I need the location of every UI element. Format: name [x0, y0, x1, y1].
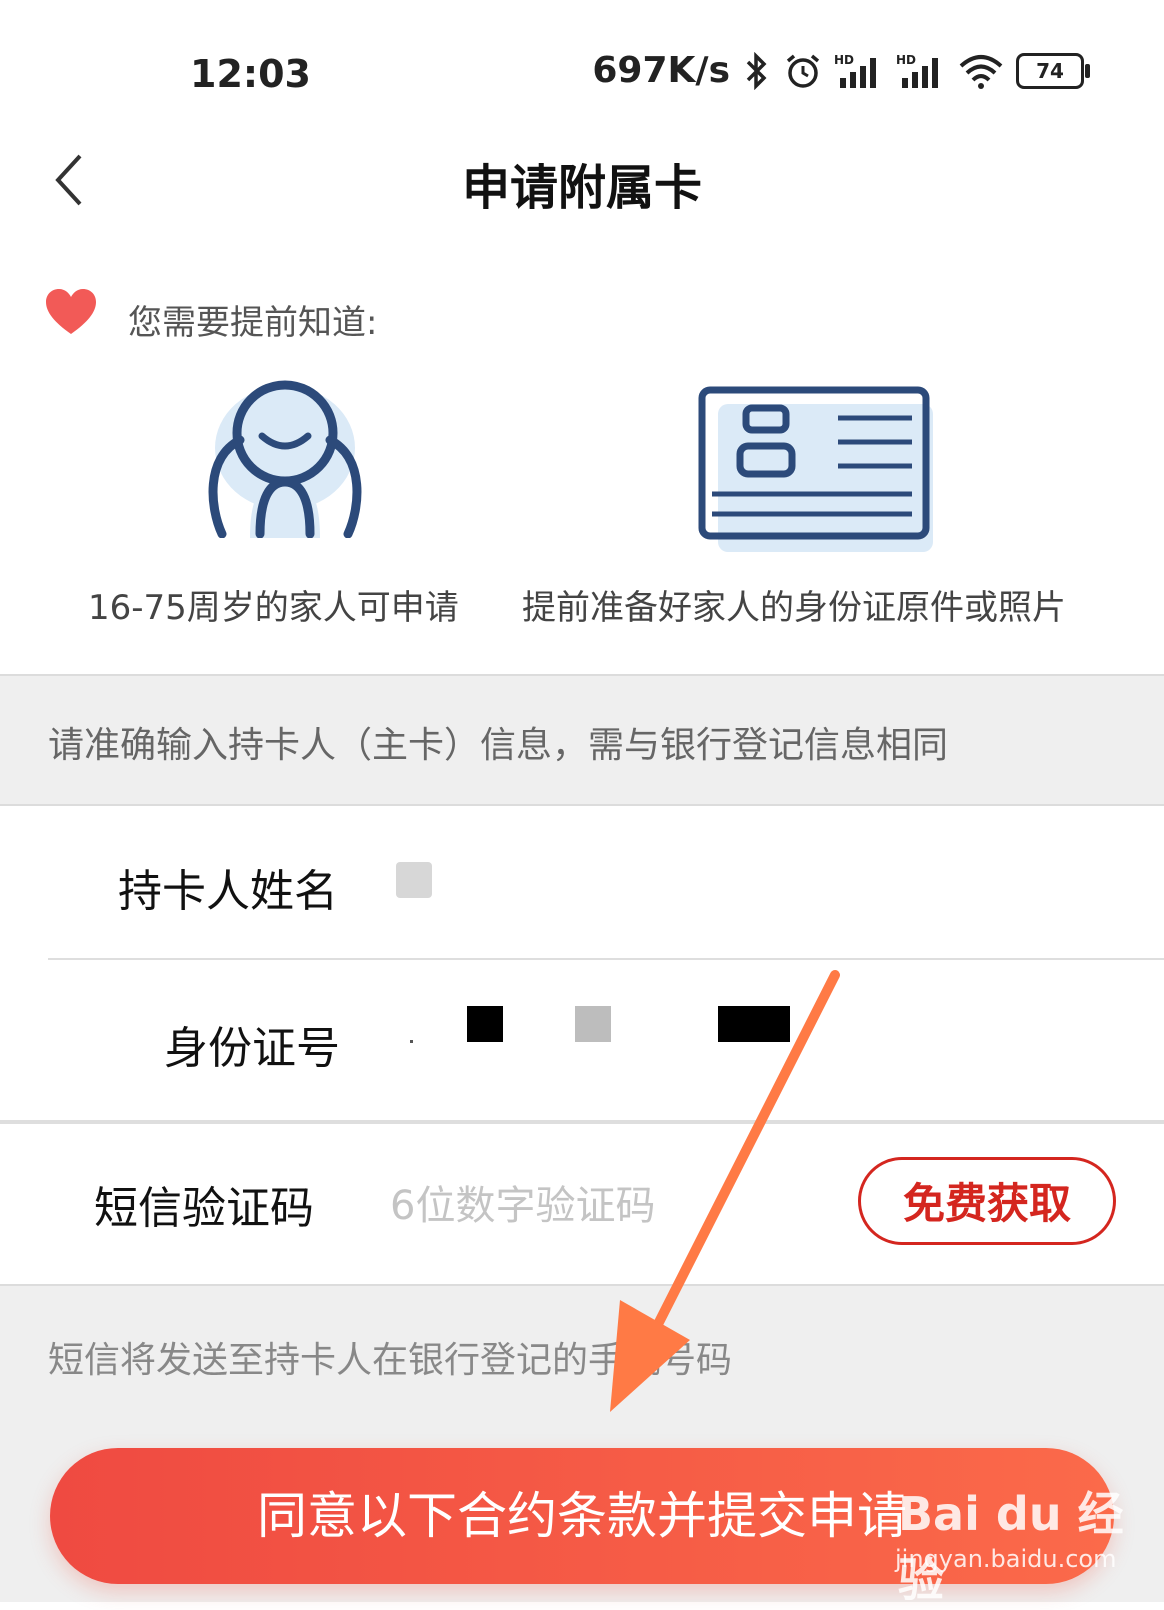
page-title: 申请附属卡	[461, 160, 702, 216]
info-text: 请准确输入持卡人（主卡）信息，需与银行登记信息相同	[48, 725, 949, 766]
status-icons: 697K/s HD HD 74	[592, 50, 1090, 91]
name-label: 持卡人姓名	[118, 866, 338, 917]
notice-caption-id: 提前准备好家人的身份证原件或照片	[522, 588, 1066, 628]
status-time: 12:03	[190, 52, 311, 96]
divider	[48, 958, 1164, 960]
sms-label: 短信验证码	[94, 1183, 314, 1234]
id-card-illustration	[698, 386, 933, 552]
watermark-url: jingyan.baidu.com	[895, 1545, 1117, 1573]
get-code-button[interactable]: 免费获取	[858, 1157, 1116, 1245]
redaction-block	[575, 1006, 611, 1042]
id-label: 身份证号	[164, 1023, 340, 1074]
name-field[interactable]	[396, 862, 432, 898]
alarm-icon	[786, 54, 820, 88]
signal-hd-icon: HD	[834, 53, 876, 88]
id-field-masked	[410, 1040, 413, 1043]
svg-text:HD: HD	[896, 53, 916, 67]
notice-caption-age: 16-75周岁的家人可申请	[88, 588, 459, 628]
info-strip: 请准确输入持卡人（主卡）信息，需与银行登记信息相同	[0, 674, 1164, 806]
watermark-logo: Bai du 经验	[898, 1487, 1124, 1607]
sms-hint: 短信将发送至持卡人在银行登记的手机号码	[48, 1340, 733, 1381]
bluetooth-icon	[746, 51, 767, 90]
battery-icon: 74	[1016, 52, 1090, 89]
heart-icon	[46, 289, 96, 334]
person-illustration	[208, 380, 362, 538]
svg-text:HD: HD	[834, 53, 854, 67]
net-speed: 697K/s	[592, 50, 730, 91]
redaction-block	[467, 1006, 503, 1042]
wifi-icon	[959, 54, 1003, 89]
sms-code-input[interactable]	[390, 1176, 810, 1236]
divider	[0, 1120, 1164, 1124]
redaction-block	[718, 1006, 790, 1042]
notice-title: 您需要提前知道:	[128, 303, 378, 343]
signal-hd-icon: HD	[896, 53, 938, 88]
